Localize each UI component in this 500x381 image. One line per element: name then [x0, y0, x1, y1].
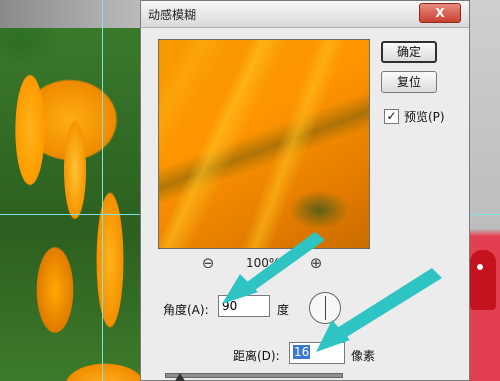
close-button[interactable]: X — [419, 3, 461, 23]
dialog-title: 动感模糊 — [148, 8, 197, 22]
preview-image[interactable] — [158, 39, 370, 249]
angle-input[interactable] — [218, 295, 270, 317]
motion-blur-dialog: 动感模糊 X ⊖ 100% ⊕ 角度(A): 度 距离(D): 16 像素 确定… — [140, 0, 470, 381]
angle-unit: 度 — [277, 303, 290, 317]
red-figure-image — [470, 250, 496, 310]
dialog-titlebar[interactable]: 动感模糊 X — [141, 1, 469, 28]
angle-dial[interactable] — [309, 292, 341, 324]
distance-value: 16 — [293, 345, 311, 359]
preview-checkbox[interactable]: ✓ — [384, 109, 399, 124]
reset-button[interactable]: 复位 — [381, 71, 437, 93]
distance-label: 距离(D): — [233, 349, 280, 363]
zoom-level: 100% — [246, 256, 281, 270]
distance-unit: 像素 — [351, 349, 376, 363]
preview-checkbox-label[interactable]: 预览(P) — [404, 108, 445, 125]
zoom-in-icon[interactable]: ⊕ — [308, 255, 324, 271]
distance-slider-thumb[interactable] — [175, 373, 185, 381]
angle-label: 角度(A): — [163, 303, 209, 317]
zoom-controls: ⊖ 100% ⊕ — [158, 255, 368, 275]
ok-button[interactable]: 确定 — [381, 41, 437, 63]
zoom-out-icon[interactable]: ⊖ — [200, 255, 216, 271]
distance-input[interactable]: 16 — [289, 342, 345, 364]
distance-slider[interactable] — [165, 373, 343, 378]
guide-line-vertical — [102, 0, 103, 381]
